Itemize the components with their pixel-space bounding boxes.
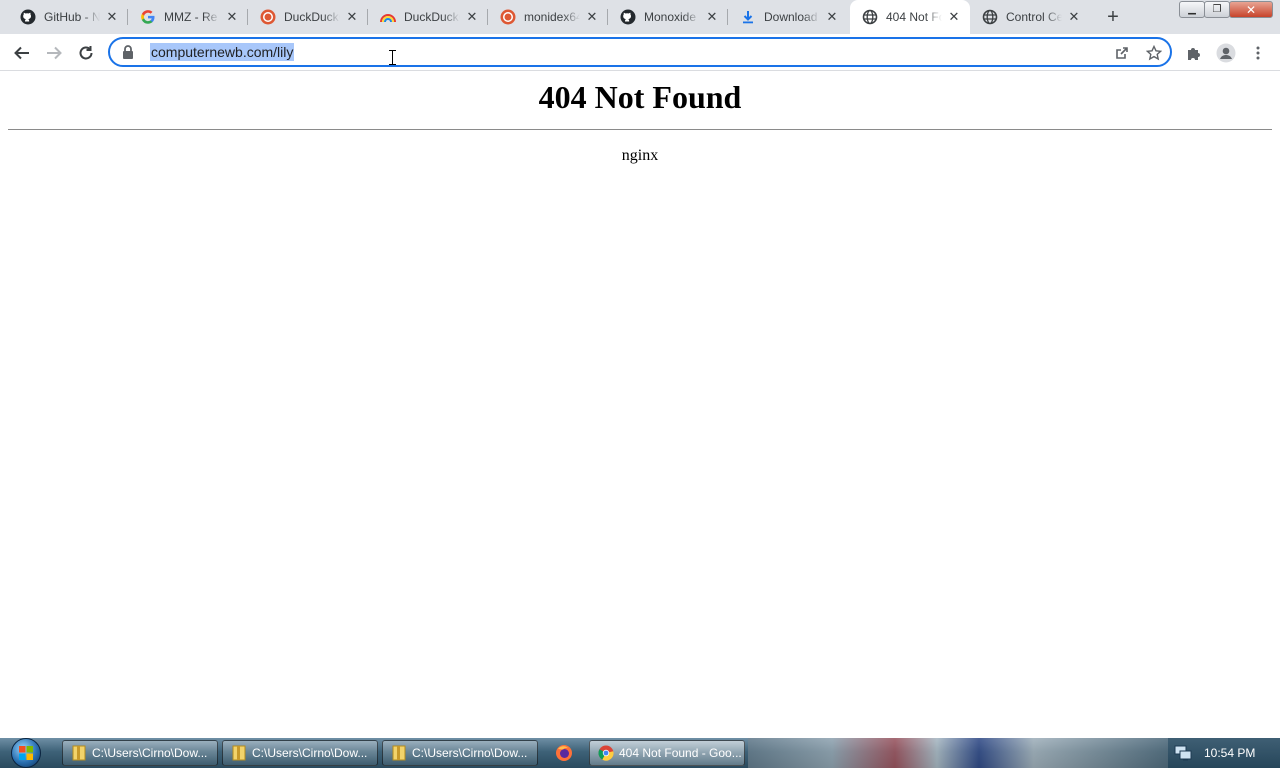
tab-title: Download	[764, 10, 818, 24]
tab-mmz[interactable]: MMZ - Re ✕	[128, 0, 248, 34]
page-title: 404 Not Found	[538, 79, 742, 115]
server-name: nginx	[621, 147, 659, 164]
taskbar-item-label: C:\Users\Cirno\Dow...	[412, 746, 528, 760]
taskbar: C:\Users\Cirno\Dow... C:\Users\Cirno\Dow…	[0, 738, 1280, 768]
star-icon	[1146, 45, 1162, 61]
tab-monidex[interactable]: monidex64 ✕	[488, 0, 608, 34]
close-icon[interactable]: ✕	[224, 9, 240, 25]
page-content: 404 Not Found nginx	[0, 71, 1280, 738]
share-icon	[1116, 47, 1128, 59]
duckduckgo-icon	[500, 9, 516, 25]
wallpaper-peek	[748, 738, 1168, 768]
folder-icon	[71, 745, 87, 761]
bookmark-button[interactable]	[1144, 43, 1164, 63]
tab-404-not-found[interactable]: 404 Not Found ✕	[850, 0, 970, 34]
tab-title: 404 Not Found	[886, 10, 942, 24]
reload-icon	[79, 46, 93, 60]
reload-button[interactable]	[72, 39, 100, 67]
restore-button[interactable]: ❐	[1204, 1, 1230, 18]
tab-title: MMZ - Re	[164, 10, 218, 24]
close-icon[interactable]: ✕	[824, 9, 840, 25]
menu-button[interactable]	[1244, 39, 1272, 67]
close-icon[interactable]: ✕	[1066, 9, 1082, 25]
close-window-button[interactable]: ✕	[1229, 1, 1273, 18]
taskbar-item-explorer-2[interactable]: C:\Users\Cirno\Dow...	[222, 740, 378, 766]
tab-title: DuckDuckGo	[404, 10, 460, 24]
tab-title: Control Ce	[1006, 10, 1062, 24]
profile-button[interactable]	[1212, 39, 1240, 67]
folder-icon	[231, 745, 247, 761]
extensions-button[interactable]	[1180, 39, 1208, 67]
tab-monoxide[interactable]: Monoxide ✕	[608, 0, 728, 34]
firefox-icon	[556, 745, 572, 761]
system-tray: 10:54 PM	[1168, 738, 1280, 768]
tab-title: Monoxide	[644, 10, 697, 24]
tab-control-center[interactable]: Control Ce ✕	[970, 0, 1090, 34]
text-cursor-icon	[389, 50, 396, 65]
close-icon[interactable]: ✕	[704, 9, 720, 25]
back-button[interactable]	[8, 39, 36, 67]
plus-icon: +	[1107, 5, 1119, 28]
share-button[interactable]	[1112, 43, 1132, 63]
lock-icon[interactable]	[120, 44, 136, 60]
github-icon	[20, 9, 36, 25]
avatar-icon	[1216, 43, 1236, 63]
divider	[8, 129, 1272, 130]
browser-toolbar: computernewb.com/lily	[0, 34, 1280, 71]
taskbar-item-chrome[interactable]: 404 Not Found - Goo...	[589, 740, 745, 766]
duckduckgo-icon	[260, 9, 276, 25]
tab-download[interactable]: Download ✕	[728, 0, 848, 34]
minimize-button[interactable]: ▁	[1179, 1, 1205, 18]
windows-logo-icon	[11, 738, 41, 768]
taskbar-item-label: 404 Not Found - Goo...	[619, 746, 742, 760]
tab-title: DuckDuckGo	[284, 10, 340, 24]
tab-duckduckgo[interactable]: DuckDuckGo ✕	[248, 0, 368, 34]
tab-duckduckgo-2[interactable]: DuckDuckGo ✕	[368, 0, 488, 34]
close-icon[interactable]: ✕	[464, 9, 480, 25]
address-bar[interactable]: computernewb.com/lily	[108, 37, 1172, 67]
taskbar-item-explorer-3[interactable]: C:\Users\Cirno\Dow...	[382, 740, 538, 766]
folder-icon	[391, 745, 407, 761]
taskbar-item-explorer-1[interactable]: C:\Users\Cirno\Dow...	[62, 740, 218, 766]
google-icon	[140, 9, 156, 25]
taskbar-pin-firefox[interactable]	[551, 741, 577, 765]
clock[interactable]: 10:54 PM	[1204, 746, 1255, 760]
globe-icon	[982, 9, 998, 25]
close-icon[interactable]: ✕	[104, 9, 120, 25]
taskbar-item-label: C:\Users\Cirno\Dow...	[252, 746, 368, 760]
start-button[interactable]	[4, 738, 48, 768]
taskbar-item-label: C:\Users\Cirno\Dow...	[92, 746, 208, 760]
close-icon[interactable]: ✕	[344, 9, 360, 25]
tab-title: GitHub - N	[44, 10, 100, 24]
arrow-left-icon	[14, 46, 29, 60]
tab-title: monidex64	[524, 10, 580, 24]
chrome-icon	[598, 745, 614, 761]
tab-strip: GitHub - N ✕ MMZ - Re ✕ DuckDuckGo ✕ Duc…	[0, 0, 1280, 34]
download-icon	[740, 9, 756, 25]
close-icon[interactable]: ✕	[584, 9, 600, 25]
puzzle-icon	[1188, 48, 1200, 60]
rainbow-icon	[380, 9, 396, 25]
arrow-right-icon	[47, 46, 62, 60]
forward-button[interactable]	[40, 39, 68, 67]
globe-icon	[862, 9, 878, 25]
new-tab-button[interactable]: +	[1101, 6, 1125, 28]
tab-github[interactable]: GitHub - N ✕	[8, 0, 128, 34]
github-icon	[620, 9, 636, 25]
window-controls: ▁ ❐ ✕	[1179, 1, 1273, 19]
close-icon[interactable]: ✕	[946, 9, 962, 25]
url-text[interactable]: computernewb.com/lily	[150, 43, 295, 61]
network-icon[interactable]	[1174, 745, 1192, 761]
kebab-menu-icon	[1256, 46, 1260, 60]
